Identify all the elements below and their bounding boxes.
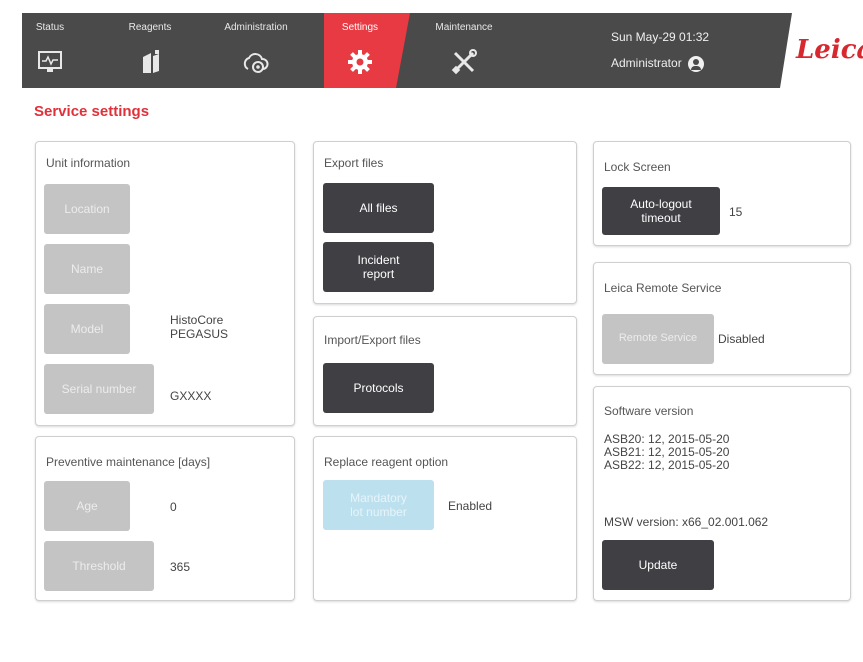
remote-service-title: Leica Remote Service — [604, 281, 722, 295]
import-export-panel: Import/Export files Protocols — [313, 316, 577, 426]
tab-settings-label: Settings — [341, 22, 379, 33]
age-button[interactable]: Age — [44, 481, 130, 531]
tab-maintenance-label: Maintenance — [435, 22, 493, 33]
preventive-maintenance-panel: Preventive maintenance [days] Age 0 Thre… — [35, 436, 295, 601]
serial-number-value: GXXXX — [170, 389, 212, 403]
mandatory-lot-number-status: Enabled — [448, 499, 493, 513]
page-title: Service settings — [34, 103, 150, 120]
incident-report-line-2: report — [362, 267, 395, 281]
mandatory-lot-number-button[interactable]: Mandatory lot number — [323, 480, 434, 530]
tab-settings[interactable]: Settings — [324, 13, 410, 88]
gear-icon — [348, 50, 372, 74]
tab-administration-label: Administration — [224, 22, 288, 33]
incident-report-line-1: Incident — [357, 252, 400, 267]
unit-information-title: Unit information — [46, 156, 131, 170]
model-button[interactable]: Model — [44, 304, 130, 354]
remote-service-status: Disabled — [718, 332, 765, 346]
preventive-maintenance-title: Preventive maintenance [days] — [46, 455, 211, 469]
all-files-button[interactable]: All files — [323, 183, 434, 233]
tab-reagents-label: Reagents — [128, 22, 172, 33]
replace-reagent-title: Replace reagent option — [324, 455, 449, 469]
tab-maintenance[interactable]: Maintenance — [420, 13, 508, 88]
export-files-panel: Export files All files Incident report — [313, 141, 577, 304]
user-icon — [688, 56, 705, 72]
unit-information-panel: Unit information Location Name Model His… — [35, 141, 295, 426]
logo-area: Leica — [780, 13, 863, 88]
datetime-display: Sun May-29 01:32 — [611, 30, 710, 44]
tab-status-label: Status — [35, 22, 65, 33]
auto-logout-line-1: Auto-logout — [630, 196, 692, 211]
threshold-value: 365 — [170, 560, 191, 574]
model-value-line-2: PEGASUS — [170, 327, 229, 342]
tools-icon — [451, 49, 477, 75]
user-indicator[interactable]: Administrator — [611, 56, 705, 72]
software-line-asb21: ASB21: 12, 2015-05-20 — [604, 445, 730, 459]
import-export-title: Import/Export files — [324, 333, 421, 347]
lock-screen-title: Lock Screen — [604, 160, 671, 174]
software-line-asb20: ASB20: 12, 2015-05-20 — [604, 432, 730, 446]
user-name: Administrator — [611, 56, 682, 71]
mandatory-lot-number-line-1: Mandatory — [350, 490, 407, 505]
model-value-line-1: HistoCore — [170, 313, 224, 327]
leica-logo: Leica — [796, 35, 863, 65]
auto-logout-timeout-button[interactable]: Auto-logout timeout — [602, 187, 720, 235]
software-line-asb22: ASB22: 12, 2015-05-20 — [604, 458, 730, 472]
remote-service-button[interactable]: Remote Service — [602, 314, 714, 364]
cloud-gear-icon — [243, 53, 269, 73]
tab-administration[interactable]: Administration — [210, 13, 302, 88]
msw-version: MSW version: x66_02.001.062 — [604, 515, 769, 529]
incident-report-button[interactable]: Incident report — [323, 242, 434, 292]
update-button[interactable]: Update — [602, 540, 714, 590]
replace-reagent-panel: Replace reagent option Mandatory lot num… — [313, 436, 577, 601]
tab-reagents[interactable]: Reagents — [118, 13, 182, 88]
threshold-button[interactable]: Threshold — [44, 541, 154, 591]
mandatory-lot-number-line-2: lot number — [350, 505, 407, 519]
bottle-icon — [143, 50, 159, 73]
age-value: 0 — [170, 500, 177, 514]
software-version-panel: Software version ASB20: 12, 2015-05-20 A… — [593, 386, 851, 601]
top-nav-bar: Status Reagents Administration Settings — [22, 13, 863, 88]
software-version-title: Software version — [604, 404, 694, 418]
auto-logout-timeout-value: 15 — [729, 205, 743, 219]
tab-status[interactable]: Status — [22, 13, 78, 88]
export-files-title: Export files — [324, 156, 384, 170]
lock-screen-panel: Lock Screen Auto-logout timeout 15 — [593, 141, 851, 246]
name-button[interactable]: Name — [44, 244, 130, 294]
model-value: HistoCore PEGASUS — [170, 313, 228, 342]
location-button[interactable]: Location — [44, 184, 130, 234]
monitor-icon — [38, 51, 62, 72]
auto-logout-line-2: timeout — [641, 211, 681, 225]
protocols-button[interactable]: Protocols — [323, 363, 434, 413]
remote-service-panel: Leica Remote Service Remote Service Disa… — [593, 262, 851, 375]
serial-number-button[interactable]: Serial number — [44, 364, 154, 414]
